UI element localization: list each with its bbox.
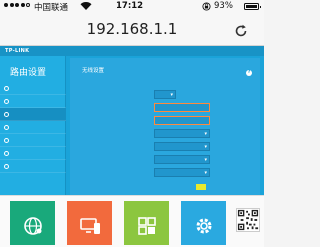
- tile-applications[interactable]: [124, 201, 169, 245]
- form-row: [70, 116, 260, 126]
- carrier-name: 中国联通: [34, 3, 69, 13]
- setting-field[interactable]: [154, 90, 176, 99]
- wifi-icon: [80, 2, 92, 11]
- devices-icon: [80, 218, 100, 234]
- router-admin-page: TP-LINK 路由设置 无线设置 ?: [0, 46, 264, 195]
- sidebar-menu: [0, 82, 66, 173]
- qr-code: [236, 208, 260, 232]
- setting-field[interactable]: [154, 155, 210, 164]
- url-text[interactable]: 192.168.1.1: [0, 20, 264, 38]
- apps-icon: [138, 217, 156, 235]
- save-button[interactable]: [196, 184, 206, 190]
- status-bar: 中国联通 17:12 93%: [0, 0, 264, 13]
- signal-strength-icon: [4, 3, 30, 7]
- menu-item-icon: [4, 137, 9, 143]
- help-icon[interactable]: ?: [246, 70, 252, 76]
- sidebar-menu-item[interactable]: [0, 147, 66, 160]
- sidebar-menu-item[interactable]: [0, 108, 66, 121]
- tile-router-settings[interactable]: [181, 201, 226, 245]
- form-row: [70, 103, 260, 113]
- gear-icon: [196, 218, 212, 234]
- sidebar-menu-item[interactable]: [0, 134, 66, 147]
- sidebar-menu-item[interactable]: [0, 160, 66, 173]
- menu-item-icon: [4, 85, 9, 91]
- settings-panel: 无线设置 ?: [70, 58, 260, 195]
- sidebar-menu-item[interactable]: [0, 121, 66, 134]
- address-bar[interactable]: 192.168.1.1: [0, 13, 264, 46]
- bottom-tiles: [0, 195, 264, 247]
- rotation-lock-icon: [202, 2, 211, 11]
- form-row: [70, 142, 260, 152]
- globe-icon: [24, 217, 42, 235]
- form-row: [70, 155, 260, 165]
- brand-logo: TP-LINK: [5, 48, 30, 54]
- form-row: [70, 168, 260, 178]
- menu-item-icon: [4, 124, 9, 130]
- tile-network-status[interactable]: [10, 201, 55, 245]
- panel-title: 无线设置: [82, 68, 105, 74]
- status-time: 17:12: [116, 1, 144, 11]
- sidebar-title: 路由设置: [10, 68, 47, 78]
- form-row: [70, 129, 260, 139]
- tile-devices[interactable]: [67, 201, 112, 245]
- battery-icon: [244, 3, 261, 10]
- sidebar-menu-item[interactable]: [0, 82, 66, 95]
- router-header: TP-LINK: [0, 46, 264, 56]
- battery-percent: 93%: [214, 1, 233, 11]
- menu-item-icon: [4, 111, 9, 117]
- settings-form: [70, 90, 260, 181]
- setting-field[interactable]: [154, 103, 210, 112]
- form-row: [70, 90, 260, 100]
- setting-field[interactable]: [154, 129, 210, 138]
- reload-icon[interactable]: [234, 24, 248, 38]
- menu-item-icon: [4, 98, 9, 104]
- menu-item-icon: [4, 150, 9, 156]
- sidebar-menu-item[interactable]: [0, 95, 66, 108]
- sidebar: 路由设置: [0, 56, 66, 195]
- setting-field[interactable]: [154, 116, 210, 125]
- menu-item-icon: [4, 163, 9, 169]
- setting-field[interactable]: [154, 142, 210, 151]
- setting-field[interactable]: [154, 168, 210, 177]
